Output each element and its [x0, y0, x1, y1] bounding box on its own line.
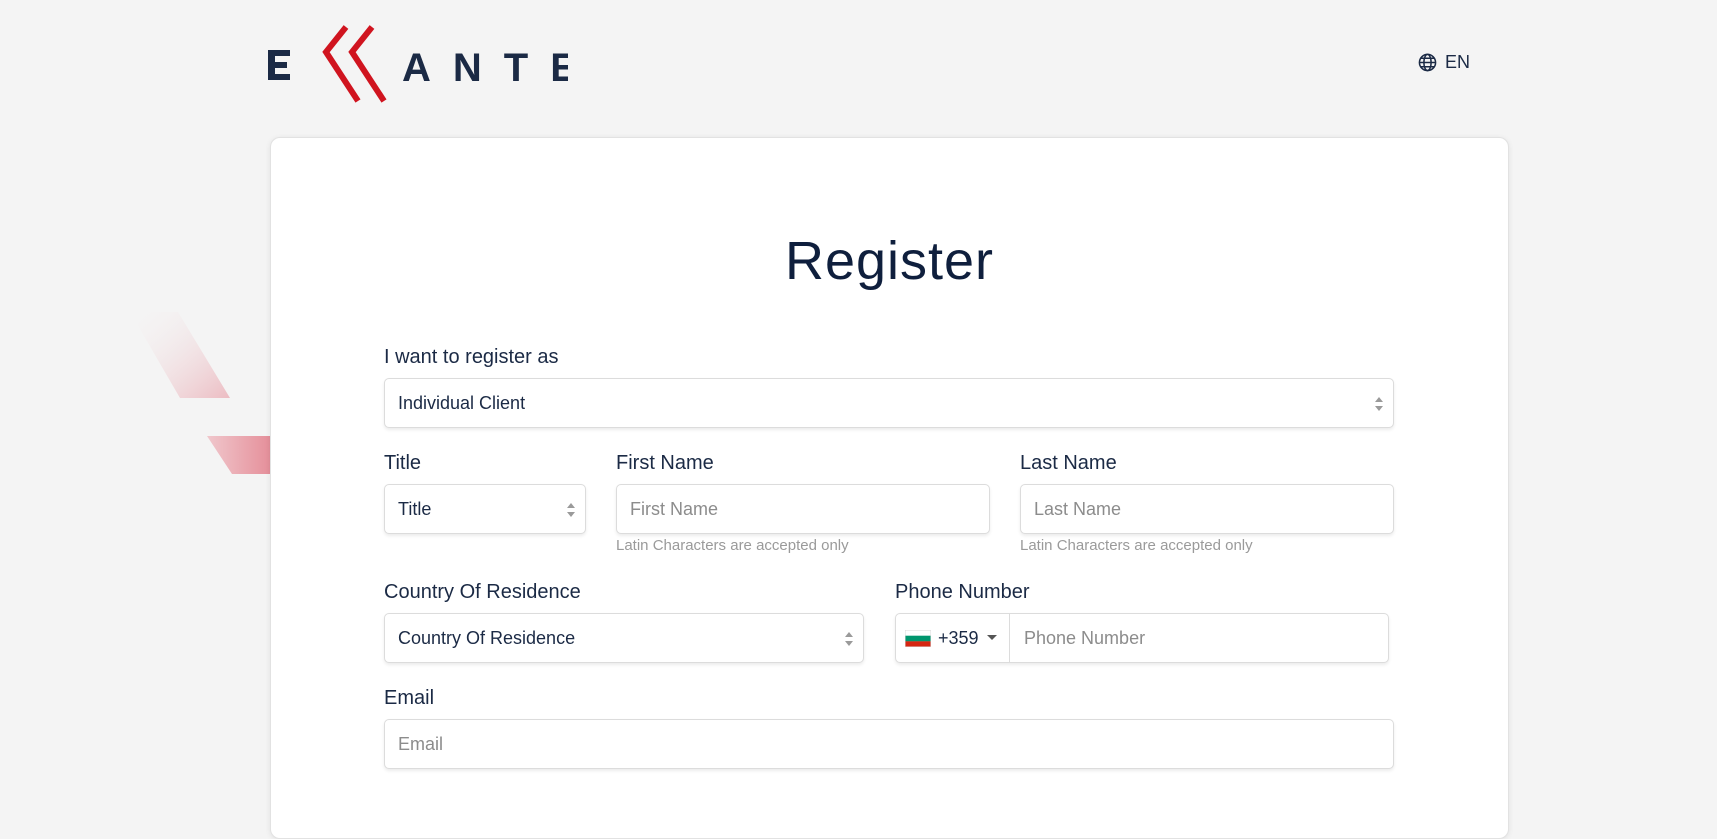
email-label: Email	[384, 687, 435, 709]
phone-field: +359	[895, 613, 1389, 663]
country-select[interactable]: Country Of Residence	[384, 613, 864, 663]
language-selector[interactable]: EN	[1418, 52, 1470, 73]
title-select[interactable]: Title	[384, 484, 586, 534]
last-name-label: Last Name	[1020, 452, 1117, 474]
last-name-hint: Latin Characters are accepted only	[1020, 537, 1253, 554]
errante-logo[interactable]: ANTE	[268, 25, 568, 105]
last-name-input[interactable]	[1020, 484, 1394, 534]
title-label: Title	[384, 452, 422, 474]
register-card: Register I want to register as Individua…	[270, 137, 1509, 839]
phone-input[interactable]	[1010, 614, 1388, 662]
title-value: Title	[398, 498, 432, 519]
dial-code-selector[interactable]: +359	[896, 614, 1010, 662]
select-arrows-icon	[845, 632, 853, 646]
first-name-input[interactable]	[616, 484, 990, 534]
country-label: Country Of Residence	[384, 581, 581, 603]
register-as-select[interactable]: Individual Client	[384, 378, 1394, 428]
email-input[interactable]	[384, 719, 1394, 769]
select-arrows-icon	[1375, 397, 1383, 411]
register-as-label: I want to register as	[384, 346, 559, 368]
language-label: EN	[1445, 52, 1471, 72]
chevron-down-icon	[986, 635, 997, 640]
bulgaria-flag-icon	[905, 629, 931, 647]
country-value: Country Of Residence	[398, 627, 576, 648]
register-as-value: Individual Client	[398, 392, 526, 413]
first-name-label: First Name	[616, 452, 714, 474]
first-name-hint: Latin Characters are accepted only	[616, 537, 849, 554]
select-arrows-icon	[567, 503, 575, 517]
phone-label: Phone Number	[895, 581, 1030, 603]
page-title: Register	[784, 231, 995, 291]
background-decoration	[130, 312, 272, 474]
svg-text:ANTE: ANTE	[402, 46, 568, 90]
globe-icon	[1418, 53, 1437, 72]
dial-code: +359	[938, 627, 979, 648]
